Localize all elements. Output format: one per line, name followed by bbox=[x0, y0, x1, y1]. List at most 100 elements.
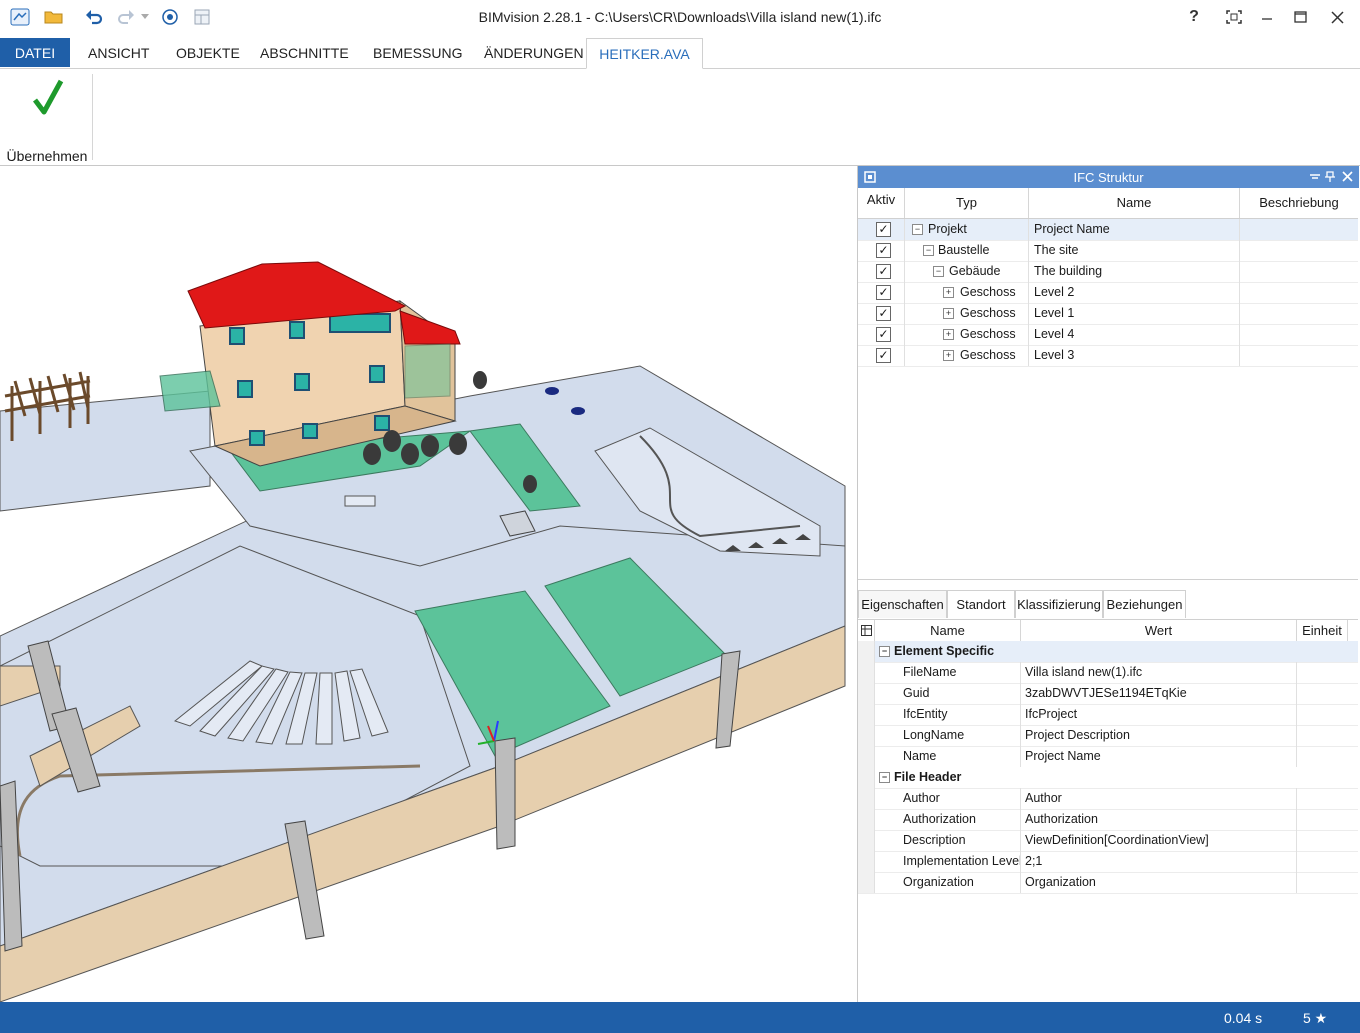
row-gutter bbox=[858, 788, 875, 809]
col-divider bbox=[904, 261, 905, 282]
col-beschreibung[interactable]: Beschriebung bbox=[1240, 188, 1358, 218]
grid-settings-icon[interactable] bbox=[858, 620, 875, 641]
checkbox[interactable]: ✓ bbox=[876, 243, 891, 258]
row-type: Geschoss bbox=[960, 327, 1016, 341]
property-row[interactable]: Description ViewDefinition[CoordinationV… bbox=[858, 830, 1358, 852]
col-typ[interactable]: Typ bbox=[905, 188, 1029, 218]
col-divider bbox=[1296, 746, 1297, 767]
collapse-icon[interactable]: − bbox=[912, 224, 923, 235]
col-divider bbox=[1296, 683, 1297, 704]
property-name: FileName bbox=[903, 665, 957, 679]
panel-dropdown-icon[interactable] bbox=[1310, 173, 1320, 181]
collapse-icon[interactable]: − bbox=[933, 266, 944, 277]
col-divider bbox=[904, 240, 905, 261]
property-name: Description bbox=[903, 833, 966, 847]
collapse-icon[interactable]: − bbox=[879, 772, 890, 783]
col-name[interactable]: Name bbox=[1029, 188, 1240, 218]
checkbox[interactable]: ✓ bbox=[876, 348, 891, 363]
pin-icon[interactable] bbox=[1325, 171, 1335, 183]
checkbox[interactable]: ✓ bbox=[876, 222, 891, 237]
property-name: LongName bbox=[903, 728, 965, 742]
tab-aenderungen[interactable]: ÄNDERUNGEN bbox=[482, 38, 586, 67]
property-value: Authorization bbox=[1025, 812, 1098, 826]
col-divider bbox=[1296, 851, 1297, 872]
expand-icon[interactable]: + bbox=[943, 287, 954, 298]
row-gutter bbox=[858, 725, 875, 746]
help-button[interactable]: ? bbox=[1177, 4, 1211, 30]
property-row[interactable]: LongName Project Description bbox=[858, 725, 1358, 747]
property-row[interactable]: IfcEntity IfcProject bbox=[858, 704, 1358, 726]
group-title: File Header bbox=[894, 770, 962, 784]
property-row[interactable]: Implementation Level 2;1 bbox=[858, 851, 1358, 873]
col-divider bbox=[1028, 345, 1029, 366]
row-name: Project Name bbox=[1034, 222, 1110, 236]
col-divider bbox=[904, 303, 905, 324]
close-icon[interactable] bbox=[1320, 4, 1354, 30]
property-row[interactable]: FileName Villa island new(1).ifc bbox=[858, 662, 1358, 684]
apply-button[interactable]: Übernehmen bbox=[4, 70, 90, 164]
tab-objekte[interactable]: OBJEKTE bbox=[174, 38, 242, 67]
collapse-icon[interactable]: − bbox=[879, 646, 890, 657]
row-type: Geschoss bbox=[960, 285, 1016, 299]
panel-close-icon[interactable] bbox=[1342, 171, 1353, 182]
panel-divider[interactable] bbox=[858, 579, 1358, 580]
tab-eigenschaften[interactable]: Eigenschaften bbox=[858, 590, 947, 618]
tree-row[interactable]: ✓ + Geschoss Level 4 bbox=[858, 324, 1358, 346]
col-divider bbox=[1028, 261, 1029, 282]
property-row[interactable]: Name Project Name bbox=[858, 746, 1358, 768]
maximize-icon[interactable] bbox=[1283, 4, 1317, 30]
checkbox[interactable]: ✓ bbox=[876, 327, 891, 342]
checkbox[interactable]: ✓ bbox=[876, 306, 891, 321]
checkbox[interactable]: ✓ bbox=[876, 264, 891, 279]
property-value: Organization bbox=[1025, 875, 1096, 889]
tree-row[interactable]: ✓ − Gebäude The building bbox=[858, 261, 1358, 283]
tree-header: Aktiv Typ Name Beschriebung bbox=[858, 188, 1358, 219]
tab-heitker-ava[interactable]: HEITKER.AVA bbox=[586, 38, 703, 69]
model-viewport[interactable] bbox=[0, 166, 856, 1002]
row-name: Level 4 bbox=[1034, 327, 1075, 341]
tab-datei[interactable]: DATEI bbox=[0, 38, 70, 67]
property-row[interactable]: Organization Organization bbox=[858, 872, 1358, 894]
expand-icon[interactable]: + bbox=[943, 329, 954, 340]
tab-ansicht[interactable]: ANSICHT bbox=[86, 38, 151, 67]
col-divider bbox=[1028, 303, 1029, 324]
tab-beziehungen[interactable]: Beziehungen bbox=[1103, 590, 1186, 618]
minimize-icon[interactable] bbox=[1250, 4, 1284, 30]
col-divider bbox=[1239, 240, 1240, 261]
col-prop-einheit[interactable]: Einheit bbox=[1297, 620, 1348, 641]
col-prop-name[interactable]: Name bbox=[875, 620, 1021, 641]
tree-row[interactable]: ✓ + Geschoss Level 2 bbox=[858, 282, 1358, 304]
property-row[interactable]: Author Author bbox=[858, 788, 1358, 810]
col-divider bbox=[1239, 303, 1240, 324]
property-group[interactable]: − File Header bbox=[858, 767, 1358, 789]
row-gutter bbox=[858, 704, 875, 725]
col-aktiv[interactable]: Aktiv bbox=[858, 188, 905, 218]
col-divider bbox=[1296, 788, 1297, 809]
property-row[interactable]: Guid 3zabDWVTJESe1194ETqKie bbox=[858, 683, 1358, 705]
tab-bemessung[interactable]: BEMESSUNG bbox=[371, 38, 464, 67]
tree-row[interactable]: ✓ + Geschoss Level 3 bbox=[858, 345, 1358, 367]
collapse-icon[interactable]: − bbox=[923, 245, 934, 256]
row-type: Gebäude bbox=[949, 264, 1001, 278]
tab-klassifizierung[interactable]: Klassifizierung bbox=[1015, 590, 1103, 618]
villa-3d-model[interactable] bbox=[0, 166, 856, 1002]
expand-icon[interactable]: + bbox=[943, 308, 954, 319]
tab-abschnitte[interactable]: ABSCHNITTE bbox=[258, 38, 351, 67]
col-prop-wert[interactable]: Wert bbox=[1021, 620, 1297, 641]
tab-standort[interactable]: Standort bbox=[947, 590, 1015, 618]
row-gutter bbox=[858, 683, 875, 704]
col-divider bbox=[1028, 219, 1029, 240]
fullscreen-icon[interactable] bbox=[1217, 4, 1251, 30]
tree-row[interactable]: ✓ − Projekt Project Name bbox=[858, 219, 1358, 241]
checkbox[interactable]: ✓ bbox=[876, 285, 891, 300]
property-name: IfcEntity bbox=[903, 707, 948, 721]
row-gutter bbox=[858, 809, 875, 830]
status-bar: 0.04 s 5 ★ bbox=[0, 1002, 1360, 1033]
property-group[interactable]: − Element Specific bbox=[858, 641, 1358, 663]
tree-row[interactable]: ✓ − Baustelle The site bbox=[858, 240, 1358, 262]
col-divider bbox=[904, 219, 905, 240]
col-divider bbox=[1020, 746, 1021, 767]
tree-row[interactable]: ✓ + Geschoss Level 1 bbox=[858, 303, 1358, 325]
expand-icon[interactable]: + bbox=[943, 350, 954, 361]
property-row[interactable]: Authorization Authorization bbox=[858, 809, 1358, 831]
